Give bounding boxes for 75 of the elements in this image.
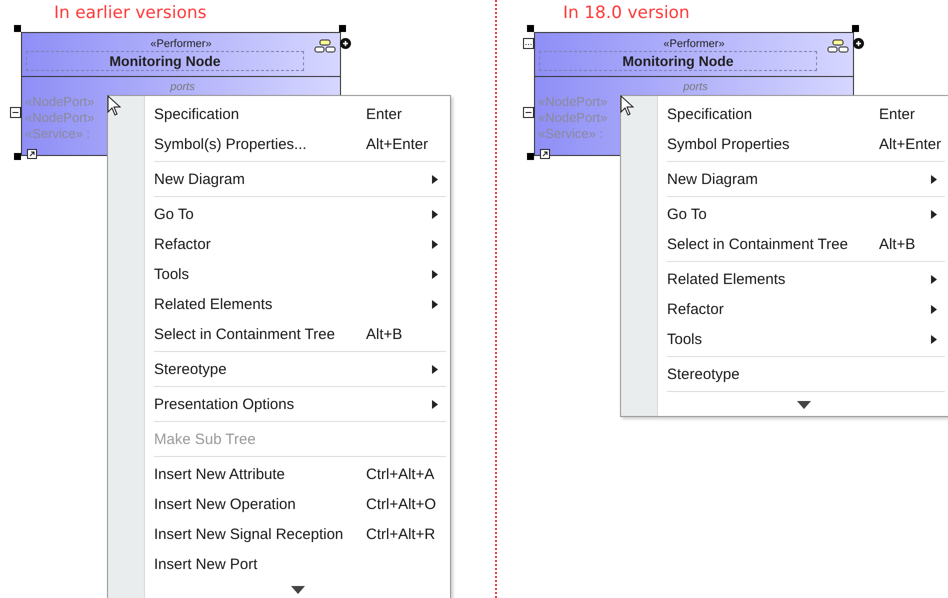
menu-item[interactable]: Stereotype <box>621 359 948 389</box>
selection-handle[interactable] <box>852 25 859 32</box>
menu-item[interactable]: Select in Containment Tree Alt+B <box>621 229 948 259</box>
shortcut-label: Alt+B <box>366 326 402 342</box>
node-name: Monitoring Node <box>26 51 304 71</box>
menu-item[interactable]: Refactor <box>108 229 450 259</box>
shortcut-label: Ctrl+Alt+O <box>366 496 436 512</box>
selection-handle[interactable] <box>14 25 21 32</box>
menu-item[interactable]: Go To <box>108 199 450 229</box>
stereotype-label: «Performer» <box>663 38 725 50</box>
menu-item[interactable]: New Diagram <box>621 164 948 194</box>
submenu-caret-icon <box>432 210 438 218</box>
selection-handle[interactable] <box>14 153 21 160</box>
menu-item[interactable]: Stereotype <box>108 354 450 384</box>
menu-item[interactable]: Insert New Signal Reception Ctrl+Alt+R <box>108 519 450 549</box>
shortcut-label: Ctrl+Alt+R <box>366 526 436 542</box>
more-options-icon[interactable] <box>523 38 534 49</box>
shortcut-label: Enter <box>366 106 402 122</box>
shortcut-label: Alt+B <box>879 236 916 252</box>
menu-item[interactable]: New Diagram <box>108 164 450 194</box>
menu-item[interactable]: Tools <box>108 259 450 289</box>
submenu-caret-icon <box>432 174 438 184</box>
compartment-label: ports <box>170 81 195 93</box>
menu-item[interactable]: Select in Containment Tree Alt+B <box>108 319 450 349</box>
node-name: Monitoring Node <box>539 51 817 71</box>
version-caption: In 18.0 version <box>562 2 691 23</box>
submenu-caret-icon <box>931 304 937 314</box>
collapse-icon[interactable] <box>523 107 534 118</box>
plus-circle-icon[interactable] <box>340 38 351 49</box>
submenu-caret-icon <box>931 334 937 344</box>
scroll-down-arrow-icon[interactable] <box>290 586 304 594</box>
port-label: «NodePort» <box>25 94 94 110</box>
submenu-caret-icon <box>931 274 937 284</box>
selection-handle[interactable] <box>339 25 346 32</box>
menu-item[interactable]: Refactor <box>621 294 948 324</box>
menu-item[interactable]: Insert New Attribute Ctrl+Alt+A <box>108 459 450 489</box>
menu-item[interactable]: Tools <box>621 324 948 354</box>
shortcut-label: Enter <box>879 106 915 122</box>
menu-item[interactable]: Insert New Port <box>108 549 450 579</box>
collapse-icon[interactable] <box>10 107 21 118</box>
menu-item[interactable]: Related Elements <box>621 264 948 294</box>
port-label: «Service» : <box>538 126 604 142</box>
submenu-caret-icon <box>432 400 438 408</box>
menu-item[interactable]: Symbol Properties Alt+Enter <box>621 129 948 159</box>
submenu-caret-icon <box>432 300 438 308</box>
submenu-caret-icon <box>432 364 438 374</box>
menu-item[interactable]: Presentation Options <box>108 389 450 419</box>
version-caption: In earlier versions <box>53 2 208 23</box>
menu-item[interactable]: Symbol(s) Properties... Alt+Enter <box>108 129 450 159</box>
submenu-caret-icon <box>931 174 937 184</box>
mouse-cursor-icon <box>107 95 121 117</box>
menu-item[interactable]: Insert New Operation Ctrl+Alt+O <box>108 489 450 519</box>
menu-item[interactable]: Go To <box>621 199 948 229</box>
shortcut-label: Ctrl+Alt+A <box>366 466 434 482</box>
stereotype-label: «Performer» <box>150 38 212 50</box>
mouse-cursor-icon <box>620 95 634 117</box>
port-label: «NodePort» <box>538 94 608 110</box>
shortcut-label: Alt+Enter <box>879 136 942 152</box>
port-label: «NodePort» <box>25 110 94 126</box>
shortcut-box-icon[interactable] <box>540 149 550 159</box>
menu-item[interactable]: Related Elements <box>108 289 450 319</box>
plus-circle-icon[interactable] <box>853 38 864 49</box>
scroll-down-arrow-icon[interactable] <box>796 401 810 409</box>
nodes-icon <box>314 39 336 53</box>
selection-handle[interactable] <box>527 25 534 32</box>
selection-handle[interactable] <box>527 153 534 160</box>
nodes-icon <box>827 39 849 53</box>
shortcut-label: Alt+Enter <box>366 136 428 152</box>
port-label: «NodePort» <box>538 110 608 126</box>
port-label: «Service» : <box>25 126 90 142</box>
submenu-caret-icon <box>432 270 438 278</box>
submenu-caret-icon <box>931 210 937 218</box>
submenu-caret-icon <box>432 240 438 248</box>
shortcut-box-icon[interactable] <box>27 149 37 159</box>
compartment-label: ports <box>683 81 708 93</box>
